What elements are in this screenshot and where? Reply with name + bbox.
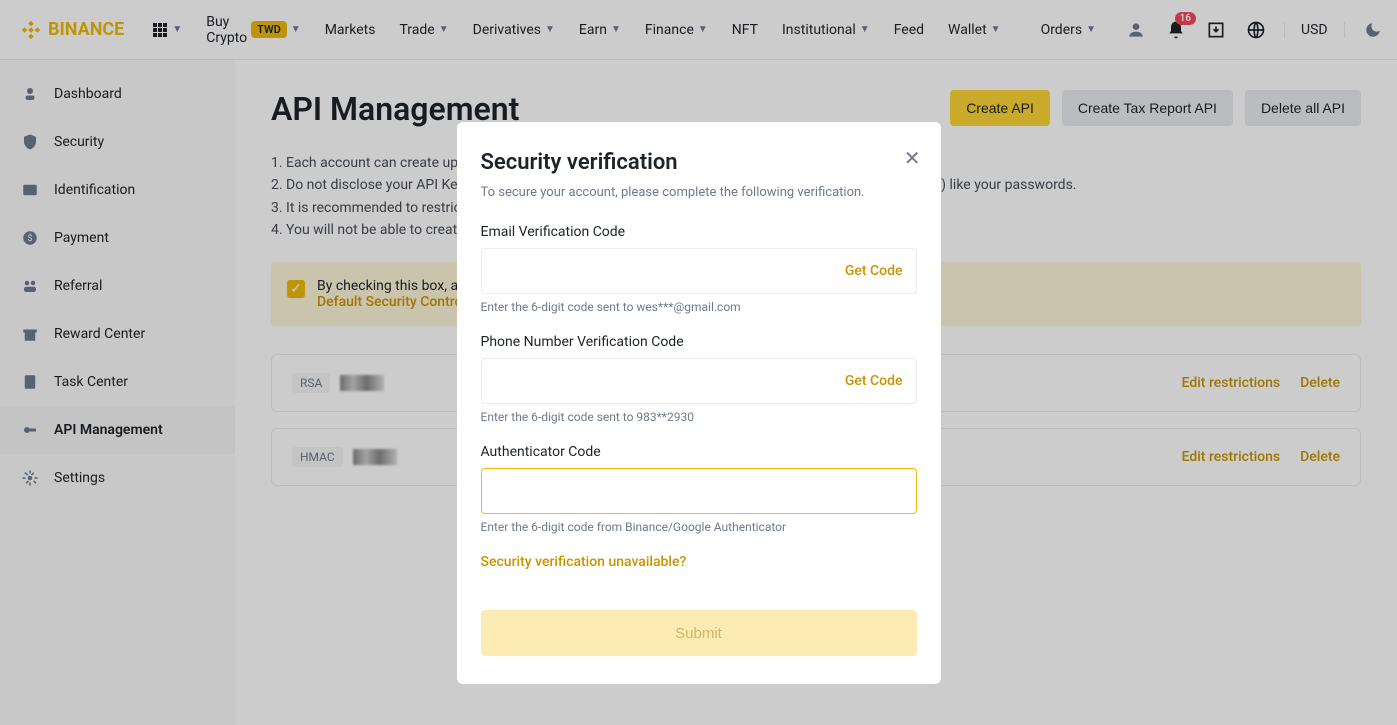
phone-code-label: Phone Number Verification Code (481, 334, 917, 350)
get-email-code-button[interactable]: Get Code (845, 263, 903, 279)
get-phone-code-button[interactable]: Get Code (845, 373, 903, 389)
authenticator-code-label: Authenticator Code (481, 444, 917, 460)
submit-button[interactable]: Submit (481, 610, 917, 656)
email-code-hint: Enter the 6-digit code sent to wes***@gm… (481, 300, 917, 314)
email-code-label: Email Verification Code (481, 224, 917, 240)
verification-unavailable-link[interactable]: Security verification unavailable? (481, 554, 917, 570)
authenticator-code-input[interactable] (481, 468, 917, 514)
phone-code-hint: Enter the 6-digit code sent to 983**2930 (481, 410, 917, 424)
security-verification-modal: ✕ Security verification To secure your a… (457, 122, 941, 684)
modal-subtitle: To secure your account, please complete … (481, 185, 917, 200)
authenticator-code-hint: Enter the 6-digit code from Binance/Goog… (481, 520, 917, 534)
modal-title: Security verification (481, 150, 917, 175)
close-icon[interactable]: ✕ (904, 146, 921, 170)
modal-overlay: ✕ Security verification To secure your a… (0, 0, 1397, 725)
